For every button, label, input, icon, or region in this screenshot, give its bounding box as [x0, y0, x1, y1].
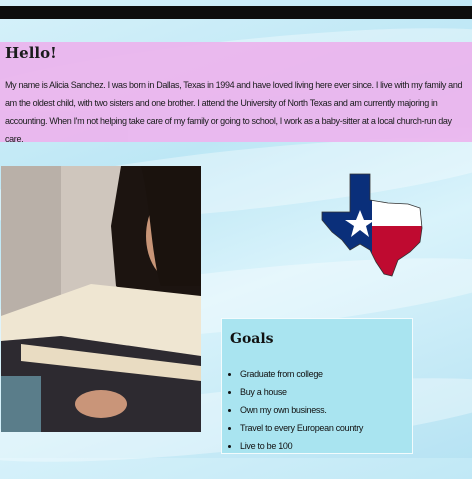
goal-item: Buy a house [240, 383, 420, 401]
intro-heading: Hello! [5, 44, 57, 62]
intro-paragraph: My name is Alicia Sanchez. I was born in… [5, 80, 463, 144]
goals-list: Graduate from college Buy a house Own my… [222, 365, 420, 455]
goal-item: Live to be 100 [240, 437, 420, 455]
goal-item: Graduate from college [240, 365, 420, 383]
texas-flag-map-icon [320, 170, 424, 278]
goal-item: Travel to every European country [240, 419, 420, 437]
goal-item: Own my own business. [240, 401, 420, 419]
goals-card: Goals Graduate from college Buy a house … [221, 318, 413, 454]
goals-heading: Goals [230, 331, 274, 347]
intro-section: Hello! My name is Alicia Sanchez. I was … [0, 42, 472, 144]
top-bar [0, 6, 472, 19]
profile-photo [1, 166, 201, 432]
profile-photo-image [1, 166, 201, 432]
